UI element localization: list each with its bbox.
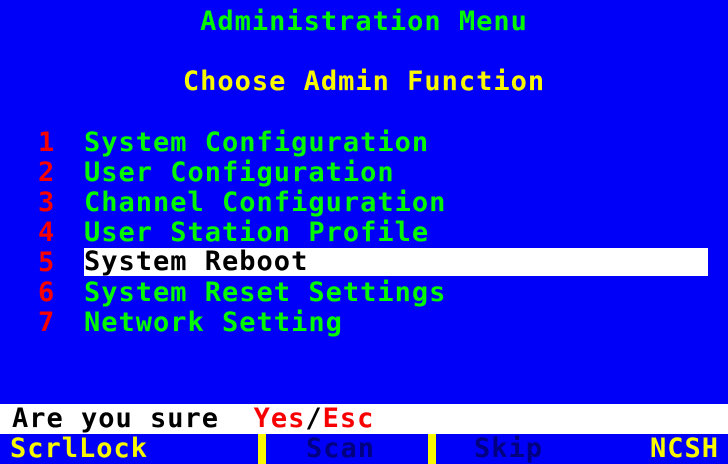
menu-item-user-station-profile[interactable]: 4 User Station Profile <box>38 218 708 248</box>
menu-item-system-reboot[interactable]: 5 System Reboot <box>38 248 708 278</box>
yes-option[interactable]: Yes <box>254 403 306 434</box>
menu-item-label: System Reset Settings <box>84 277 447 308</box>
option-separator: / <box>305 403 323 434</box>
menu-item-label: System Configuration <box>84 127 430 158</box>
esc-option[interactable]: Esc <box>323 403 375 434</box>
menu-item-system-reset-settings[interactable]: 6 System Reset Settings <box>38 278 708 308</box>
menu-item-label: User Station Profile <box>84 217 430 248</box>
menu-item-number: 3 <box>38 187 56 218</box>
ncsh-indicator: NCSH <box>650 433 720 464</box>
status-divider <box>428 434 436 464</box>
scrllock-indicator: ScrlLock <box>10 433 149 464</box>
status-bar: ScrlLock Scan Skip NCSH <box>0 434 728 464</box>
menu-item-label: Network Setting <box>84 307 343 338</box>
menu-item-channel-configuration[interactable]: 3 Channel Configuration <box>38 188 708 218</box>
menu-item-number: 7 <box>38 307 56 338</box>
menu-item-label: Channel Configuration <box>84 187 447 218</box>
menu-item-system-configuration[interactable]: 1 System Configuration <box>38 128 708 158</box>
menu-item-number: 6 <box>38 277 56 308</box>
page-subtitle: Choose Admin Function <box>182 66 546 97</box>
status-divider <box>258 434 266 464</box>
scan-indicator: Scan <box>306 433 376 464</box>
confirm-prompt: Are you sure Yes/Esc <box>0 404 728 434</box>
skip-indicator: Skip <box>474 433 544 464</box>
menu-item-number: 5 <box>38 247 56 278</box>
menu-item-label: User Configuration <box>84 157 395 188</box>
menu-item-user-configuration[interactable]: 2 User Configuration <box>38 158 708 188</box>
menu-item-label-selected: System Reboot <box>84 248 708 276</box>
menu-item-number: 4 <box>38 217 56 248</box>
menu-item-number: 1 <box>38 127 56 158</box>
menu-item-number: 2 <box>38 157 56 188</box>
menu-item-network-setting[interactable]: 7 Network Setting <box>38 308 708 338</box>
admin-function-menu: 1 System Configuration 2 User Configurat… <box>38 128 708 338</box>
page-title: Administration Menu <box>200 6 528 37</box>
confirm-question: Are you sure <box>12 403 220 434</box>
admin-menu-screen: Administration Menu Choose Admin Functio… <box>0 0 728 464</box>
